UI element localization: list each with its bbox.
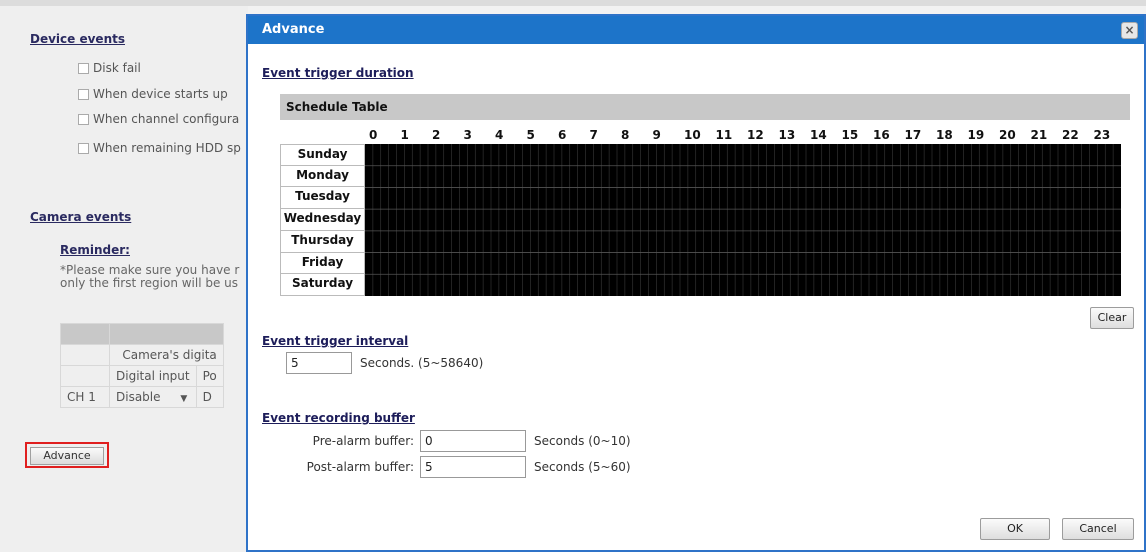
column-po: Po [195,365,224,387]
interval-hint: Seconds. (5~58640) [360,356,484,370]
hour-label: 16 [873,128,890,142]
schedule-grid[interactable] [365,144,1121,296]
trigger-duration-title: Event trigger duration [262,66,414,80]
camera-events-title: Camera events [30,210,132,224]
hour-label: 23 [1093,128,1111,142]
checkbox-box[interactable] [78,62,89,74]
day-label: Thursday [280,230,365,253]
close-icon[interactable]: × [1121,22,1138,39]
table-header-cell [109,323,224,345]
day-label: Saturday [280,274,365,296]
checkbox-remaining-hdd[interactable]: When remaining HDD sp [78,141,241,155]
table-row: CH 1 Disable ▼ D [60,386,224,408]
hour-label: 4 [495,128,504,142]
hour-label: 15 [841,128,859,142]
advance-button[interactable]: Advance [30,447,104,465]
interval-input[interactable]: 5 [286,352,352,374]
hour-label: 9 [652,128,661,142]
schedule-table: Schedule Table 0 1 2 3 4 5 6 7 8 9 10 11 12 13 14 15 16 1… [280,94,1130,296]
camera-io-table: Camera's digita Digital input Po CH 1 Di… [60,323,224,408]
checkbox-label: When channel configura [93,112,240,126]
hour-label: 5 [526,128,535,142]
checkbox-channel-configuration[interactable]: When channel configura [78,112,239,126]
table-header-cell [60,323,110,345]
hour-label: 22 [1062,128,1079,142]
digital-input-select[interactable]: Disable ▼ [109,386,197,408]
table-group-header: Camera's digita [109,344,224,366]
hour-labels: 0 1 2 3 4 5 6 7 8 9 10 11 12 13 14 15 16 17 18 19 20 21 22 23 [280,120,1130,144]
pre-alarm-hint: Seconds (0~10) [534,434,631,448]
hour-label: 11 [715,128,733,142]
hour-label: 21 [1030,128,1048,142]
hour-label: 1 [400,128,409,142]
recording-buffer-title: Event recording buffer [262,411,415,425]
trigger-interval-title: Event trigger interval [262,334,409,348]
checkbox-device-starts-up[interactable]: When device starts up [78,87,228,101]
post-alarm-label: Post-alarm buffer: [306,460,414,474]
schedule-table-header: Schedule Table [280,94,1130,120]
dialog-title: Advance [248,16,1144,44]
checkbox-label: When remaining HDD sp [93,141,241,155]
reminder-text: *Please make sure you have r only the fi… [60,264,240,290]
hour-label: 13 [778,128,796,142]
table-row: Digital input Po [60,365,224,387]
hour-label: 20 [999,128,1016,142]
checkbox-label: Disk fail [93,61,141,75]
post-alarm-input[interactable]: 5 [420,456,526,478]
hour-label: 3 [463,128,472,142]
hour-label: 6 [558,128,567,142]
day-labels: Sunday Monday Tuesday Wednesday Thursday Frid… [280,144,365,296]
ok-button[interactable]: OK [980,518,1050,540]
pre-alarm-input[interactable]: 0 [420,430,526,452]
checkbox-box[interactable] [78,113,89,125]
po-select[interactable]: D [195,386,224,408]
hour-label: 19 [967,128,985,142]
checkbox-disk-fail[interactable]: Disk fail [78,61,141,75]
device-events-title: Device events [30,32,125,46]
reminder-title: Reminder: [60,243,130,257]
hour-label: 7 [589,128,598,142]
hour-label: 2 [432,128,441,142]
checkbox-box[interactable] [78,88,89,100]
day-label: Sunday [280,144,365,166]
day-label: Friday [280,252,365,275]
schedule-grid-lines [365,144,1121,296]
checkbox-label: When device starts up [93,87,228,101]
table-cell [60,365,110,387]
day-label: Tuesday [280,187,365,210]
hour-label: 10 [684,128,701,142]
hour-label: 14 [810,128,827,142]
hour-label: 18 [936,128,953,142]
advance-dialog: Advance × Event trigger duration Schedul… [246,14,1146,552]
post-alarm-hint: Seconds (5~60) [534,460,631,474]
table-header-row [60,323,224,345]
hour-label: 12 [747,128,764,142]
hour-label: 0 [369,128,378,142]
checkbox-box[interactable] [78,142,89,154]
pre-alarm-label: Pre-alarm buffer: [312,434,414,448]
day-label: Monday [280,165,365,188]
advance-button-highlight: Advance [25,442,109,468]
table-cell [60,344,110,366]
row-label: CH 1 [60,386,110,408]
hour-label: 8 [621,128,630,142]
chevron-down-icon: ▼ [180,394,188,404]
day-label: Wednesday [280,209,365,231]
hour-label: 17 [904,128,922,142]
select-value: Disable [116,390,161,404]
table-row: Camera's digita [60,344,224,366]
cancel-button[interactable]: Cancel [1062,518,1134,540]
column-digital-input: Digital input [109,365,197,387]
clear-button[interactable]: Clear [1090,307,1134,329]
